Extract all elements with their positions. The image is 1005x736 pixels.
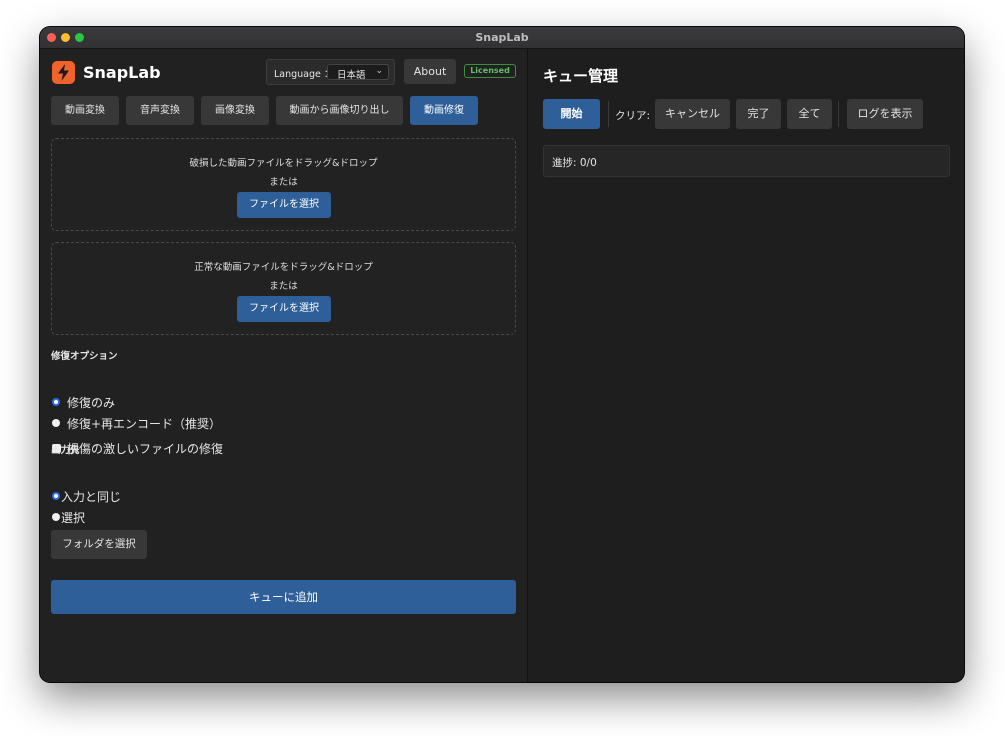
severe-repair-label: 損傷の激しいファイルの修復 (67, 442, 224, 456)
reference-video-dropzone[interactable]: 正常な動画ファイルをドラッグ&ドロップ または ファイルを選択 (51, 242, 516, 335)
language-label: Language ： (274, 69, 334, 80)
tab-video-convert[interactable]: 動画変換 (51, 96, 119, 125)
radio-output-select[interactable] (52, 513, 60, 521)
clear-label: クリア: (615, 110, 651, 122)
tab-image-convert[interactable]: 画像変換 (201, 96, 269, 125)
dropzone-or-text: または (269, 177, 298, 188)
start-button[interactable]: 開始 (543, 99, 600, 129)
about-button[interactable]: About (404, 59, 456, 84)
tab-video-repair[interactable]: 動画修復 (410, 96, 478, 125)
output-select-label: 選択 (61, 511, 86, 525)
license-badge: Licensed (464, 64, 516, 78)
clear-cancelled-button[interactable]: キャンセル (655, 99, 730, 129)
window-title: SnapLab (475, 31, 529, 44)
clear-completed-button[interactable]: 完了 (736, 99, 781, 129)
queue-panel: キュー管理 開始 クリア: キャンセル 完了 全て ログを表示 進捗: 0/0 (527, 49, 964, 682)
radio-repair-only[interactable] (52, 398, 60, 406)
dropzone-instruction: 破損した動画ファイルをドラッグ&ドロップ (189, 158, 378, 169)
dropzone-or-text: または (269, 281, 298, 292)
radio-output-same[interactable] (52, 492, 60, 500)
language-value: 日本語 (337, 70, 366, 81)
output-same-label: 入力と同じ (61, 490, 122, 504)
tab-audio-convert[interactable]: 音声変換 (126, 96, 194, 125)
app-window: SnapLab SnapLab Language ： 日本語 ⌄ About L… (40, 27, 964, 682)
show-log-button[interactable]: ログを表示 (847, 99, 923, 129)
app-logo-icon (52, 61, 75, 84)
radio-repair-reencode[interactable] (52, 419, 60, 427)
repair-reencode-label: 修復+再エンコード（推奨） (67, 417, 222, 431)
clear-all-button[interactable]: 全て (787, 99, 832, 129)
corrupted-video-dropzone[interactable]: 破損した動画ファイルをドラッグ&ドロップ または ファイルを選択 (51, 138, 516, 231)
app-name: SnapLab (83, 63, 161, 82)
select-reference-file-button[interactable]: ファイルを選択 (237, 296, 331, 322)
title-bar: SnapLab (40, 27, 964, 49)
tab-frame-extract[interactable]: 動画から画像切り出し (276, 96, 403, 125)
chevron-down-icon: ⌄ (375, 66, 383, 76)
select-corrupted-file-button[interactable]: ファイルを選択 (237, 192, 331, 218)
queue-title: キュー管理 (543, 67, 619, 85)
language-select[interactable]: 日本語 ⌄ (327, 64, 389, 81)
repair-only-label: 修復のみ (67, 396, 116, 410)
progress-text: 進捗: 0/0 (552, 157, 597, 169)
toolbar-divider (838, 101, 839, 127)
add-to-queue-button[interactable]: キューに追加 (51, 580, 516, 614)
repair-options-label: 修復オプション (51, 351, 118, 362)
output-label: 出力先 (51, 445, 80, 456)
progress-box: 進捗: 0/0 (543, 145, 950, 177)
dropzone-instruction: 正常な動画ファイルをドラッグ&ドロップ (194, 262, 373, 273)
toolbar-divider (608, 101, 609, 127)
left-panel: SnapLab Language ： 日本語 ⌄ About Licensed … (40, 49, 527, 682)
select-folder-button[interactable]: フォルダを選択 (51, 530, 147, 559)
language-control: Language ： 日本語 ⌄ (266, 59, 395, 85)
